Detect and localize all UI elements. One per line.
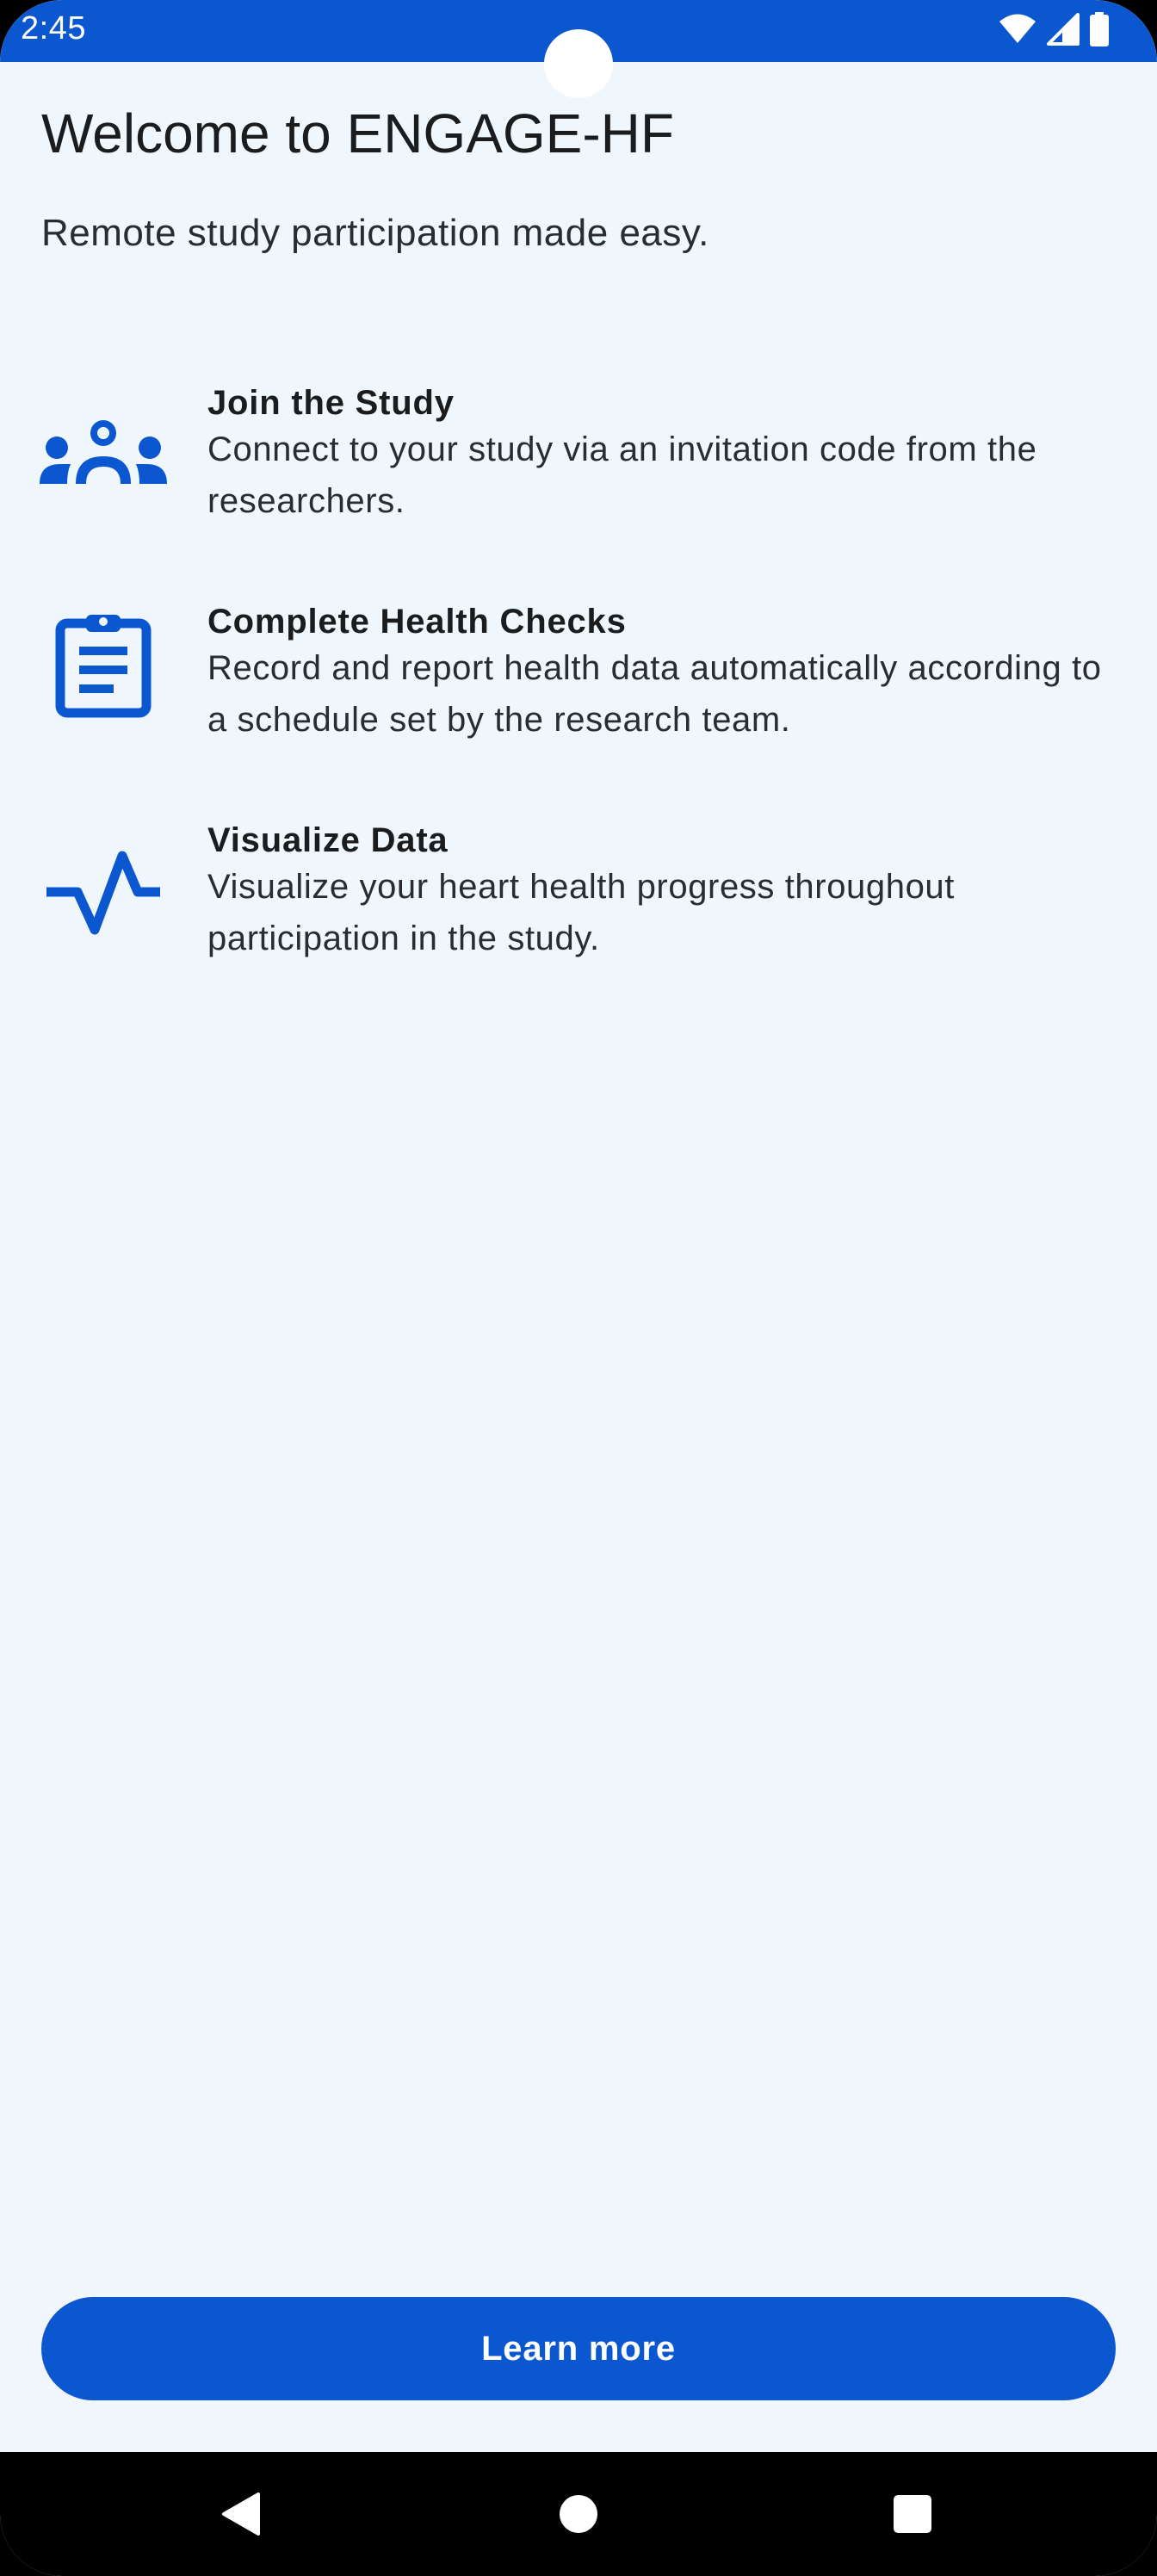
camera-cutout — [544, 29, 613, 98]
feature-title: Complete Health Checks — [207, 603, 627, 641]
feature-description: Record and report health data automatica… — [207, 649, 1102, 739]
cell-signal-icon — [1047, 12, 1080, 50]
heartbeat-icon — [34, 839, 172, 942]
feature-title: Join the Study — [207, 384, 455, 422]
back-icon[interactable] — [189, 2452, 293, 2576]
feature-title: Visualize Data — [207, 821, 449, 859]
battery-icon — [1090, 11, 1109, 51]
feature-health-checks: Complete Health Checks Record and report… — [0, 603, 1157, 740]
page-subtitle: Remote study participation made easy. — [41, 212, 709, 254]
app-screen: 2:45 Welcome to ENGAGE-HF Remote study p… — [0, 0, 1157, 2576]
learn-more-button[interactable]: Learn more — [41, 2297, 1116, 2400]
clipboard-icon — [34, 613, 172, 718]
status-time: 2:45 — [21, 10, 86, 46]
navigation-bar — [0, 2452, 1157, 2576]
page-title: Welcome to ENGAGE-HF — [41, 102, 674, 164]
feature-description: Visualize your heart health progress thr… — [207, 868, 955, 957]
feature-description: Connect to your study via an invitation … — [207, 430, 1037, 520]
recents-icon[interactable] — [861, 2452, 964, 2576]
feature-join-study: Join the Study Connect to your study via… — [0, 384, 1157, 522]
wifi-icon — [999, 14, 1036, 49]
groups-icon — [34, 401, 172, 505]
feature-visualize-data: Visualize Data Visualize your heart heal… — [0, 821, 1157, 959]
status-icons — [999, 11, 1109, 51]
home-icon[interactable] — [527, 2452, 630, 2576]
